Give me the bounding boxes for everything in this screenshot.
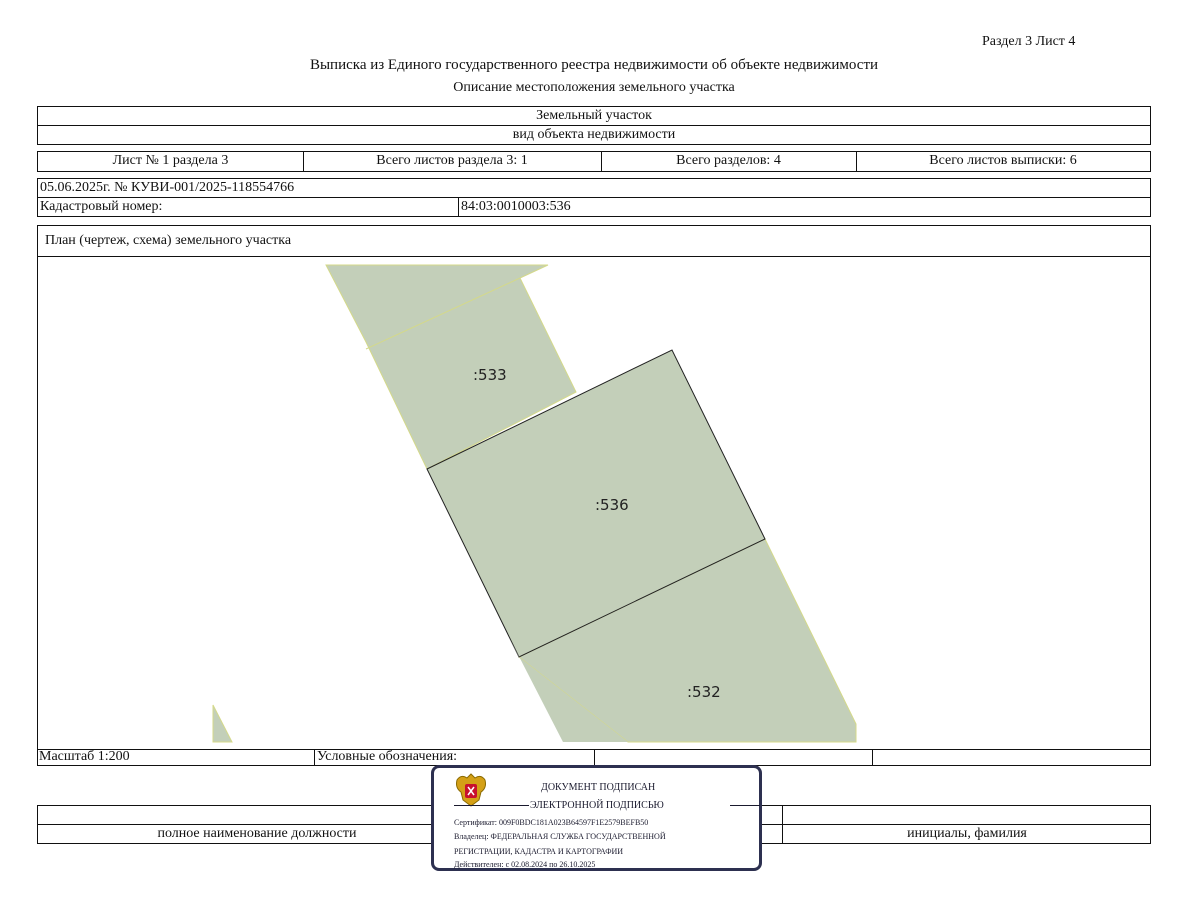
stamp-certificate: Сертификат: 009F0BDC181A023B64597F1E2579… bbox=[454, 818, 649, 827]
coat-of-arms-emblem bbox=[456, 773, 486, 807]
label-533: :533 bbox=[473, 366, 507, 384]
document-title: Выписка из Единого государственного реес… bbox=[309, 57, 879, 73]
position-caption: полное наименование должности bbox=[157, 826, 357, 841]
plan-drawing-area: :533 :536 :532 bbox=[37, 256, 1151, 750]
object-type: Земельный участок bbox=[536, 108, 652, 123]
name-caption: инициалы, фамилия bbox=[907, 826, 1027, 841]
record-date-number: 05.06.2025г. № КУВИ-001/2025-118554766 bbox=[40, 180, 295, 195]
legend-label: Условные обозначения: bbox=[317, 749, 458, 764]
sheets-row: Лист № 1 раздела 3 Всего листов раздела … bbox=[37, 151, 1151, 172]
plan-map: :533 :536 :532 bbox=[212, 264, 857, 743]
label-532: :532 bbox=[687, 683, 721, 701]
stamp-owner-1: Владелец: ФЕДЕРАЛЬНАЯ СЛУЖБА ГОСУДАРСТВЕ… bbox=[454, 832, 666, 841]
stamp-validity: Действителен: с 02.08.2024 по 26.10.2025 bbox=[454, 860, 596, 869]
section-sheet-label: Раздел 3 Лист 4 bbox=[982, 34, 1076, 49]
stamp-owner-2: РЕГИСТРАЦИИ, КАДАСТРА И КАРТОГРАФИИ bbox=[454, 847, 624, 856]
plan-title-row: План (чертеж, схема) земельного участка bbox=[37, 225, 1151, 257]
parcel-fragment bbox=[212, 704, 233, 743]
plan-title: План (чертеж, схема) земельного участка bbox=[45, 233, 292, 248]
object-type-caption: вид объекта недвижимости bbox=[512, 127, 676, 142]
record-row: 05.06.2025г. № КУВИ-001/2025-118554766 bbox=[37, 178, 1151, 198]
label-536: :536 bbox=[595, 496, 629, 514]
total-extract-sheets: Всего листов выписки: 6 bbox=[929, 153, 1077, 168]
total-sections: Всего разделов: 4 bbox=[676, 153, 781, 168]
scale-label: Масштаб 1:200 bbox=[39, 749, 130, 764]
document-subtitle: Описание местоположения земельного участ… bbox=[453, 80, 735, 95]
cadastral-label: Кадастровый номер: bbox=[40, 199, 163, 214]
stamp-line-1: ДОКУМЕНТ ПОДПИСАН bbox=[541, 782, 656, 793]
total-section-sheets: Всего листов раздела 3: 1 bbox=[376, 153, 528, 168]
stamp-line-2: ЭЛЕКТРОННОЙ ПОДПИСЬЮ bbox=[530, 800, 664, 811]
object-type-caption-row: вид объекта недвижимости bbox=[37, 125, 1151, 145]
sheet-number: Лист № 1 раздела 3 bbox=[112, 153, 229, 168]
object-type-row: Земельный участок bbox=[37, 106, 1151, 126]
cadastral-row: Кадастровый номер: 84:03:0010003:536 bbox=[37, 197, 1151, 217]
legend-row: Масштаб 1:200 Условные обозначения: bbox=[37, 749, 1151, 766]
cadastral-number: 84:03:0010003:536 bbox=[461, 199, 571, 214]
electronic-signature-stamp: ДОКУМЕНТ ПОДПИСАН ЭЛЕКТРОННОЙ ПОДПИСЬЮ С… bbox=[431, 765, 762, 871]
